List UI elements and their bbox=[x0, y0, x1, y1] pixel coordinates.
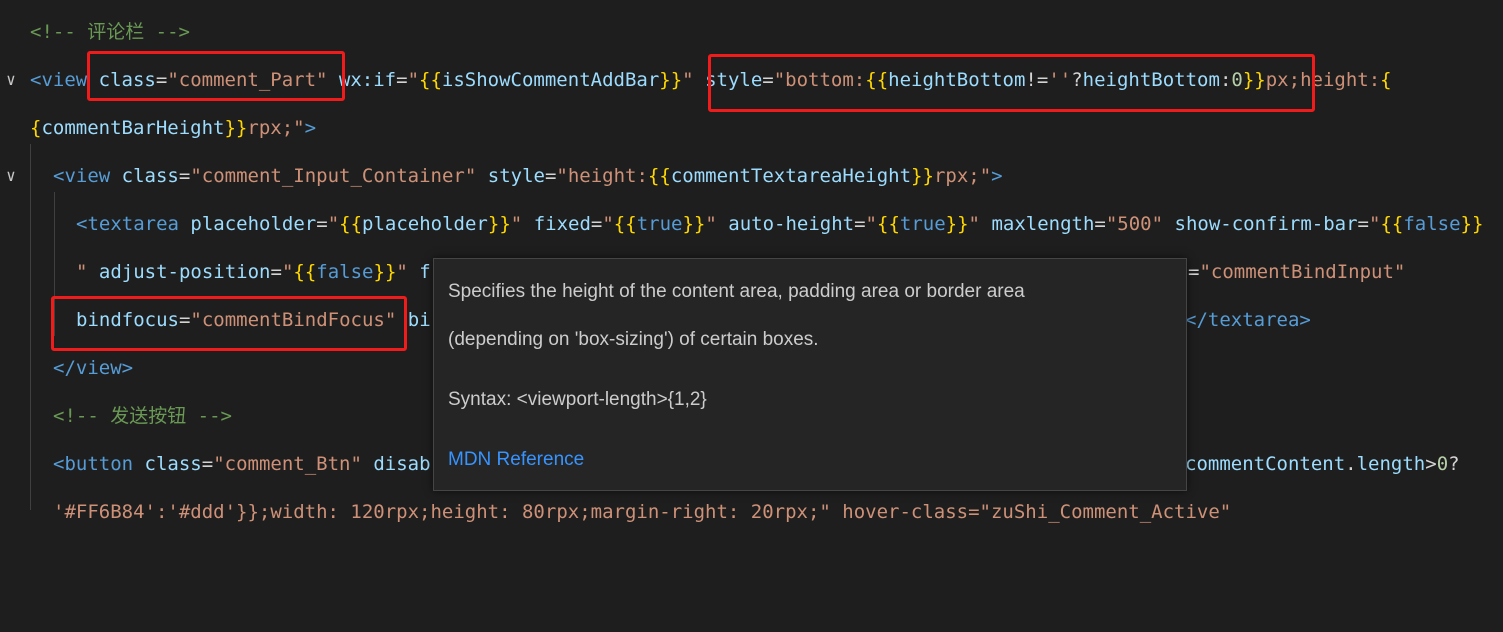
code-line-1: <!-- 评论栏 --> bbox=[0, 8, 190, 56]
highlight-box-bindfocus bbox=[51, 296, 407, 351]
code-content: <textarea placeholder="{{placeholder}}" … bbox=[76, 213, 1484, 235]
highlight-box-class bbox=[87, 51, 345, 101]
tooltip-syntax: Syntax: <viewport-length>{1,2} bbox=[448, 389, 707, 410]
code-content-tail: commentContent.length>0? bbox=[1185, 453, 1460, 475]
comment-text: <!-- 评论栏 --> bbox=[30, 21, 190, 43]
highlight-box-style bbox=[708, 54, 1315, 112]
code-content-tail: ="commentBindInput" bbox=[1188, 261, 1406, 283]
hover-tooltip: Specifies the height of the content area… bbox=[433, 258, 1187, 491]
chevron-down-icon[interactable]: ∨ bbox=[2, 152, 20, 200]
code-editor[interactable]: <!-- 评论栏 --> ∨ <view class="comment_Part… bbox=[0, 0, 1503, 523]
code-content-tail: </textarea> bbox=[1185, 309, 1311, 331]
mdn-reference-link[interactable]: MDN Reference bbox=[448, 449, 584, 471]
code-line-4: ∨ <view class="comment_Input_Container" … bbox=[0, 152, 1503, 200]
code-line-5: <textarea placeholder="{{placeholder}}" … bbox=[0, 200, 1483, 248]
tooltip-description-line1: Specifies the height of the content area… bbox=[448, 281, 1025, 302]
code-content: '#FF6B84':'#ddd'}};width: 120rpx;height:… bbox=[53, 501, 1232, 523]
code-content: " adjust-position="{{false}}" f bbox=[76, 261, 431, 283]
code-content: </view> bbox=[53, 357, 134, 379]
chevron-down-icon[interactable]: ∨ bbox=[2, 56, 20, 104]
tooltip-description-line2: (depending on 'box-sizing') of certain b… bbox=[448, 329, 819, 350]
code-line-11: '#FF6B84':'#ddd'}};width: 120rpx;height:… bbox=[0, 488, 1503, 536]
comment-text: <!-- 发送按钮 --> bbox=[53, 405, 232, 427]
code-line-3: {commentBarHeight}}rpx;"> bbox=[0, 104, 316, 152]
code-content: <view class="comment_Input_Container" st… bbox=[53, 165, 1003, 187]
code-line-9: <!-- 发送按钮 --> bbox=[0, 392, 232, 440]
code-content: <button class="comment_Btn" disab bbox=[53, 453, 431, 475]
code-content: {commentBarHeight}}rpx;"> bbox=[30, 117, 317, 139]
code-line-8: </view> bbox=[0, 344, 133, 392]
